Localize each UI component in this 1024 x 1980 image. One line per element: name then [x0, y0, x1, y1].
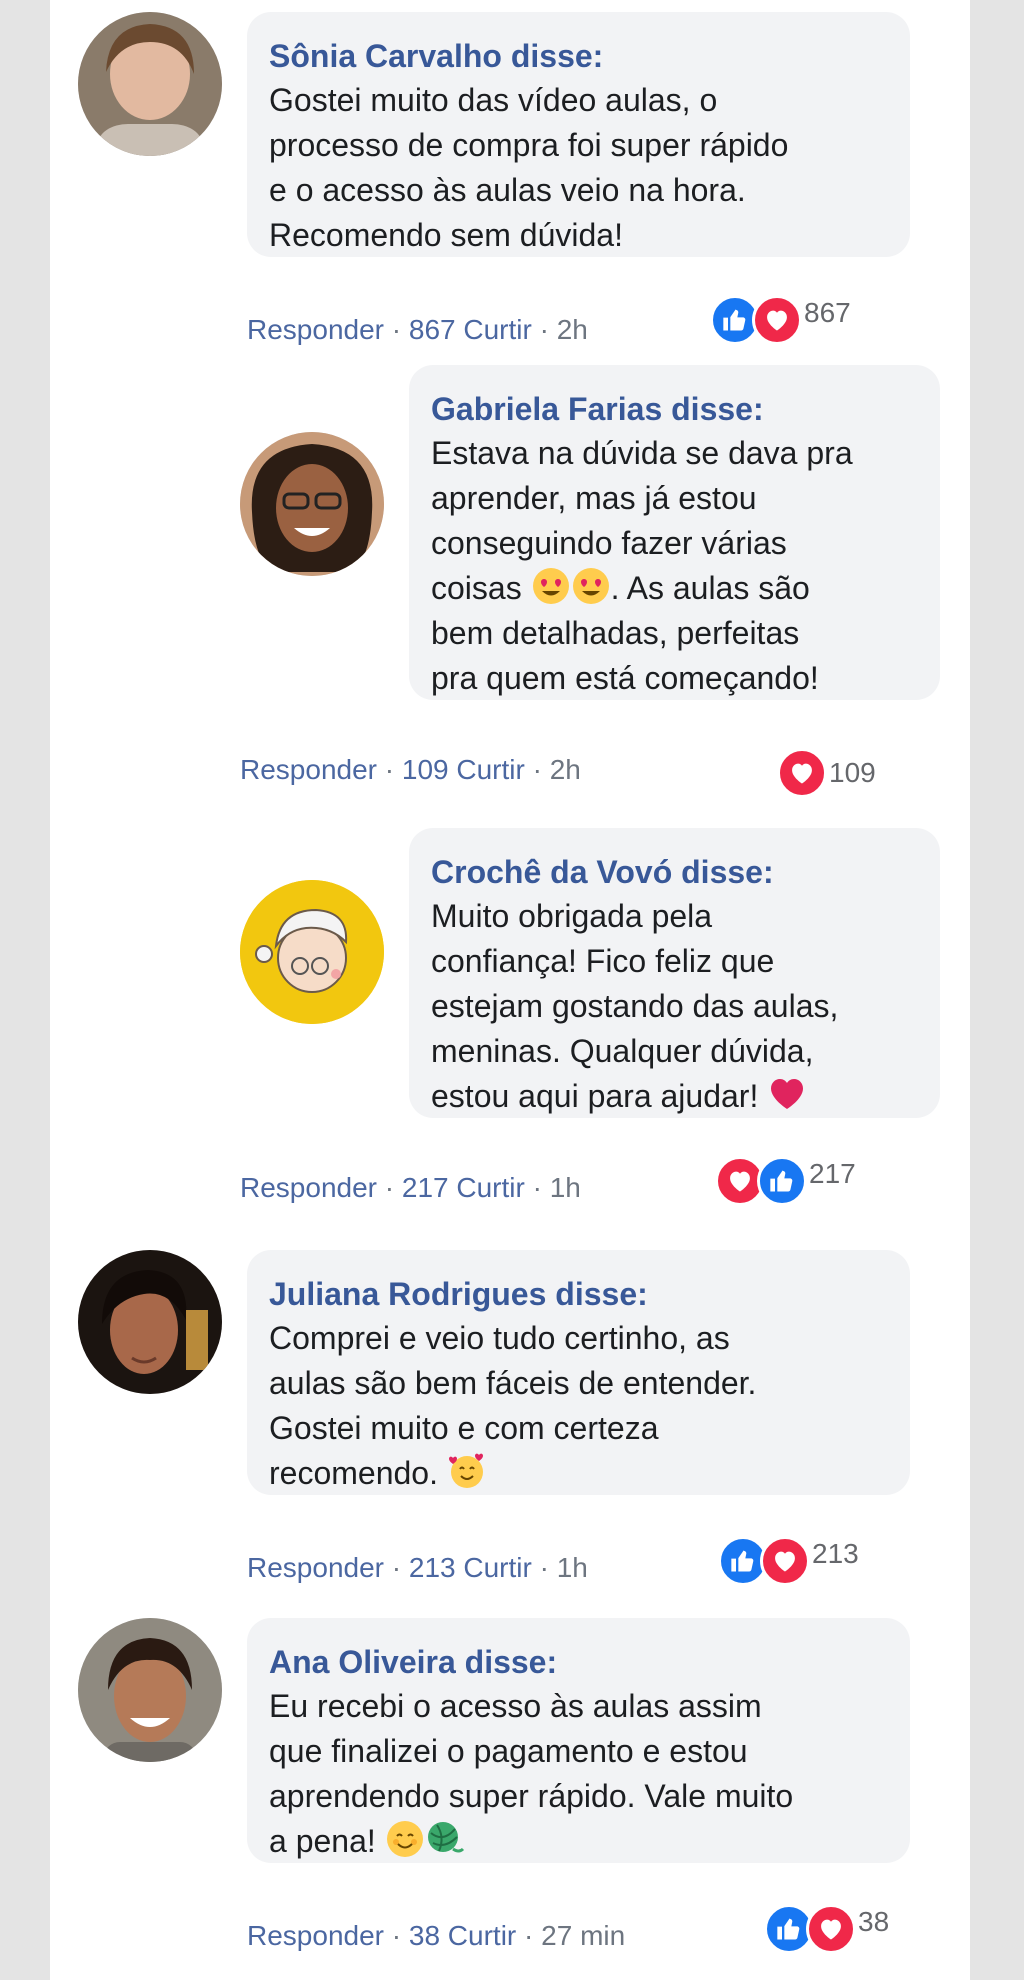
- like-link[interactable]: 38 Curtir: [409, 1920, 516, 1951]
- comment-bubble: Ana Oliveira disse: Eu recebi o acesso à…: [247, 1618, 910, 1863]
- love-reaction-icon: [760, 1536, 810, 1586]
- yarn-emoji-icon: [425, 1819, 465, 1859]
- heart-eyes-emoji-icon: [531, 566, 571, 606]
- comment-meta: Responder · 109 Curtir · 2h: [240, 754, 581, 785]
- reactions-summary[interactable]: 213: [718, 1535, 859, 1587]
- comment-line: meninas. Qualquer dúvida,: [431, 1033, 814, 1069]
- like-link[interactable]: 213 Curtir: [409, 1552, 532, 1583]
- reaction-count: 867: [804, 297, 851, 328]
- comment-line: coisas . As aulas são: [431, 566, 918, 611]
- comment-line: recomendo.: [269, 1451, 888, 1496]
- comment-line: aprender, mas já estou: [431, 480, 757, 516]
- comment-line: estejam gostando das aulas,: [431, 988, 839, 1024]
- comments-page: Sônia Carvalho disse: Gostei muito das v…: [50, 0, 970, 1980]
- comment-time: 2h: [549, 754, 581, 785]
- comment-meta: Responder · 213 Curtir · 1h: [247, 1552, 588, 1583]
- love-reaction-icon: [806, 1904, 856, 1954]
- comment-line: confiança! Fico feliz que: [431, 943, 775, 979]
- comment-line: processo de compra foi super rápido: [269, 127, 789, 163]
- comment-line: Eu recebi o acesso às aulas assim: [269, 1688, 762, 1724]
- comment-meta: Responder · 217 Curtir · 1h: [240, 1172, 581, 1203]
- comment-line: a pena!: [269, 1819, 888, 1864]
- reply-link[interactable]: Responder: [240, 1172, 377, 1203]
- comment-time: 1h: [556, 1552, 588, 1583]
- reply-link[interactable]: Responder: [247, 1920, 384, 1951]
- avatar-croche-da-vovo[interactable]: [240, 880, 384, 1024]
- comment-line: aprendendo super rápido. Vale muito: [269, 1778, 794, 1814]
- smiling-face-emoji-icon: [385, 1819, 425, 1859]
- avatar-sonia[interactable]: [78, 12, 222, 156]
- like-reaction-icon: [757, 1156, 807, 1206]
- reactions-summary[interactable]: 109: [777, 747, 876, 799]
- red-heart-emoji-icon: [767, 1074, 807, 1114]
- comment-bubble: Crochê da Vovó disse: Muito obrigada pel…: [409, 828, 940, 1118]
- reactions-summary[interactable]: 867: [710, 294, 851, 346]
- comment-bubble: Sônia Carvalho disse: Gostei muito das v…: [247, 12, 910, 257]
- reaction-count: 213: [812, 1538, 859, 1569]
- comment-line: Muito obrigada pela: [431, 898, 713, 934]
- comment-meta: Responder · 867 Curtir · 2h: [247, 314, 588, 345]
- reactions-summary[interactable]: 217: [715, 1155, 856, 1207]
- reactions-summary[interactable]: 38: [764, 1903, 889, 1955]
- comment-author[interactable]: Juliana Rodrigues disse:: [269, 1272, 888, 1316]
- comment-meta: Responder · 38 Curtir · 27 min: [247, 1920, 626, 1951]
- comment-author[interactable]: Gabriela Farias disse:: [431, 387, 918, 431]
- comment-bubble: Gabriela Farias disse: Estava na dúvida …: [409, 365, 940, 700]
- reaction-count: 38: [858, 1906, 890, 1937]
- comment-line: Estava na dúvida se dava pra: [431, 435, 853, 471]
- comment-line: estou aqui para ajudar!: [431, 1074, 918, 1119]
- reply-link[interactable]: Responder: [247, 1552, 384, 1583]
- like-link[interactable]: 217 Curtir: [402, 1172, 525, 1203]
- avatar-juliana[interactable]: [78, 1250, 222, 1394]
- like-link[interactable]: 867 Curtir: [409, 314, 532, 345]
- comment-author[interactable]: Sônia Carvalho disse:: [269, 34, 888, 78]
- comment-line: que finalizei o pagamento e estou: [269, 1733, 748, 1769]
- love-reaction-icon: [752, 295, 802, 345]
- comment-line: Gostei muito das vídeo aulas, o: [269, 82, 718, 118]
- heart-eyes-emoji-icon: [571, 566, 611, 606]
- comment-line: bem detalhadas, perfeitas: [431, 615, 800, 651]
- comment-line: pra quem está começando!: [431, 660, 819, 696]
- reaction-count: 109: [829, 757, 876, 788]
- love-reaction-icon: [777, 748, 827, 798]
- comment-time: 27 min: [541, 1920, 626, 1951]
- comment-line: Gostei muito e com certeza: [269, 1410, 659, 1446]
- reply-link[interactable]: Responder: [240, 754, 377, 785]
- comment-time: 2h: [556, 314, 588, 345]
- comment-line: e o acesso às aulas veio na hora.: [269, 172, 746, 208]
- reply-link[interactable]: Responder: [247, 314, 384, 345]
- avatar-gabriela[interactable]: [240, 432, 384, 576]
- like-link[interactable]: 109 Curtir: [402, 754, 525, 785]
- comment-line: Recomendo sem dúvida!: [269, 217, 623, 253]
- comment-line: Comprei e veio tudo certinho, as: [269, 1320, 730, 1356]
- smiling-face-with-hearts-emoji-icon: [447, 1451, 487, 1491]
- comment-bubble: Juliana Rodrigues disse: Comprei e veio …: [247, 1250, 910, 1495]
- reaction-count: 217: [809, 1158, 856, 1189]
- comment-author[interactable]: Ana Oliveira disse:: [269, 1640, 888, 1684]
- avatar-ana[interactable]: [78, 1618, 222, 1762]
- comment-line: conseguindo fazer várias: [431, 525, 787, 561]
- comment-time: 1h: [549, 1172, 581, 1203]
- comment-line: aulas são bem fáceis de entender.: [269, 1365, 757, 1401]
- comment-author[interactable]: Crochê da Vovó disse:: [431, 850, 918, 894]
